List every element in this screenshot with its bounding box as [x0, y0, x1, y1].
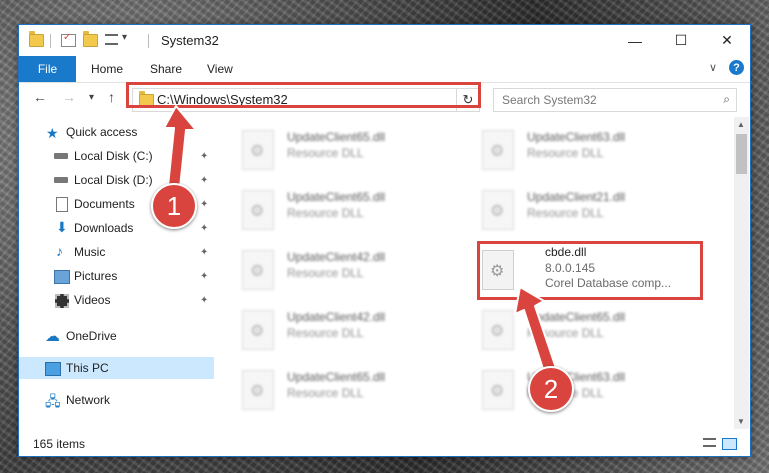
annotation-arrows: [163, 105, 557, 373]
step-1-badge: 1: [151, 183, 197, 229]
arrow-to-file: [514, 286, 557, 373]
arrow-to-address-bar: [163, 105, 197, 189]
step-2-badge: 2: [528, 366, 574, 412]
